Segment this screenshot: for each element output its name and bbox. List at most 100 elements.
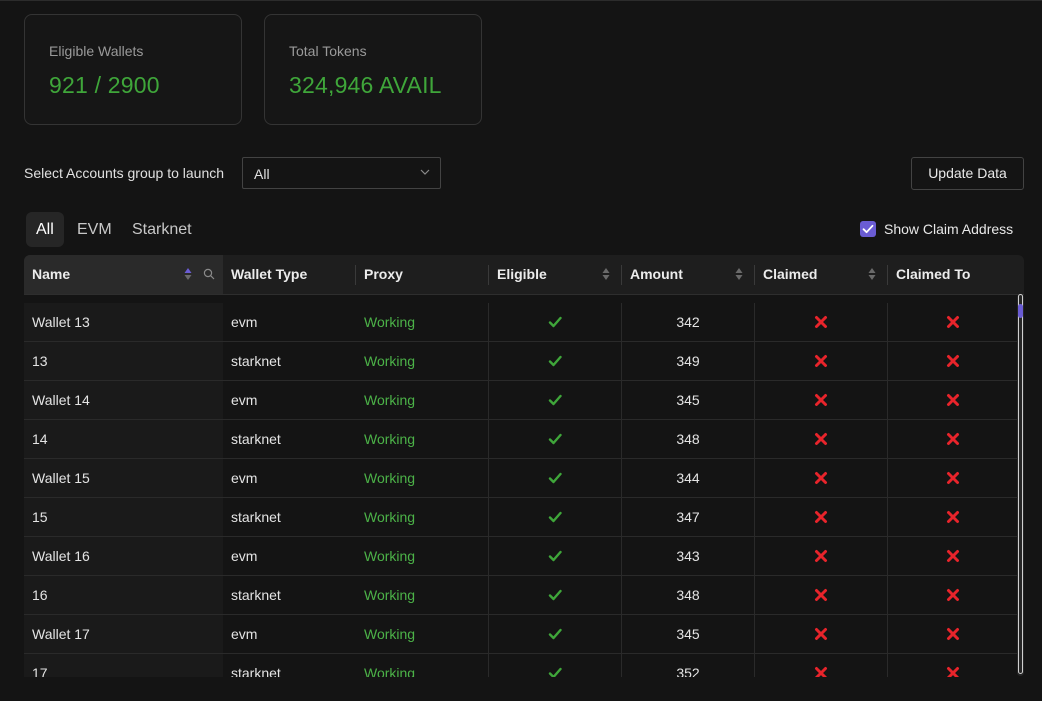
sort-icon[interactable]	[868, 267, 876, 281]
cell-amount: 342	[621, 303, 754, 341]
table-row[interactable]: Wallet 17 evm Working 345	[24, 615, 1024, 654]
cell-claimed-to	[887, 654, 1018, 677]
cell-wallet-type: starknet	[231, 353, 281, 369]
column-claimed-to-label: Claimed To	[896, 266, 971, 282]
cell-proxy-status: Working	[364, 314, 416, 330]
column-header-name[interactable]: Name	[24, 255, 223, 294]
cell-proxy-status: Working	[364, 431, 416, 447]
cross-icon	[815, 316, 827, 328]
total-tokens-label: Total Tokens	[289, 43, 367, 59]
cell-amount: 345	[621, 381, 754, 419]
column-wallet-type-label: Wallet Type	[231, 266, 308, 282]
column-header-claimed-to: Claimed To	[888, 255, 1024, 294]
cell-claimed-to	[887, 303, 1018, 341]
cell-amount: 348	[621, 420, 754, 458]
table-row[interactable]: 14 starknet Working 348	[24, 420, 1024, 459]
cross-icon	[815, 550, 827, 562]
cell-wallet-type: evm	[231, 314, 258, 330]
sort-icon[interactable]	[602, 267, 610, 281]
cell-claimed	[754, 342, 887, 380]
table-row[interactable]: 16 starknet Working 348	[24, 576, 1024, 615]
eligible-wallets-label: Eligible Wallets	[49, 43, 144, 59]
cross-icon	[947, 394, 959, 406]
column-header-claimed[interactable]: Claimed	[755, 255, 888, 294]
cross-icon	[815, 628, 827, 640]
cross-icon	[947, 628, 959, 640]
show-claim-label: Show Claim Address	[884, 221, 1014, 237]
table-body: Wallet 13 evm Working 342 13 starknet Working 3…	[24, 295, 1024, 677]
cross-icon	[815, 511, 827, 523]
column-claimed-label: Claimed	[763, 266, 818, 282]
cell-eligible	[488, 342, 621, 380]
top-divider	[0, 0, 1042, 1]
cell-eligible	[488, 303, 621, 341]
table-row[interactable]: 15 starknet Working 347	[24, 498, 1024, 537]
table-row[interactable]: 13 starknet Working 349	[24, 342, 1024, 381]
column-amount-label: Amount	[630, 266, 683, 282]
table-row[interactable]: Wallet 13 evm Working 342	[24, 303, 1024, 342]
cell-wallet-type: starknet	[231, 509, 281, 525]
eligible-wallets-card: Eligible Wallets 921 / 2900	[24, 14, 242, 125]
column-eligible-label: Eligible	[497, 266, 547, 282]
scrollbar-thumb[interactable]	[1018, 304, 1023, 318]
check-icon	[548, 589, 562, 601]
cell-amount: 349	[621, 342, 754, 380]
cross-icon	[815, 394, 827, 406]
table-row[interactable]: Wallet 16 evm Working 343	[24, 537, 1024, 576]
cell-proxy-status: Working	[364, 587, 416, 603]
cell-wallet-type: evm	[231, 392, 258, 408]
cell-amount: 345	[621, 615, 754, 653]
table-header: Name Wallet Type Proxy Eligible Amount C…	[24, 255, 1024, 295]
search-icon[interactable]	[203, 268, 215, 280]
cell-proxy-status: Working	[364, 626, 416, 642]
cell-name: 16	[24, 576, 223, 614]
cross-icon	[947, 433, 959, 445]
cell-amount: 344	[621, 459, 754, 497]
eligible-wallets-value: 921 / 2900	[49, 72, 160, 98]
cell-claimed	[754, 576, 887, 614]
cell-eligible	[488, 459, 621, 497]
scrollbar-track[interactable]	[1018, 294, 1023, 674]
cross-icon	[947, 472, 959, 484]
column-header-amount[interactable]: Amount	[622, 255, 755, 294]
sort-icon[interactable]	[735, 267, 743, 281]
cross-icon	[815, 433, 827, 445]
column-header-wallet-type: Wallet Type	[223, 255, 356, 294]
tab-all[interactable]: All	[26, 212, 64, 247]
total-tokens-card: Total Tokens 324,946 AVAIL	[264, 14, 482, 125]
cell-wallet-type: starknet	[231, 431, 281, 447]
cell-eligible	[488, 576, 621, 614]
table-row[interactable]: Wallet 15 evm Working 344	[24, 459, 1024, 498]
cell-eligible	[488, 654, 621, 677]
cell-claimed-to	[887, 576, 1018, 614]
cross-icon	[815, 667, 827, 677]
accounts-group-value: All	[254, 166, 270, 182]
cell-claimed-to	[887, 459, 1018, 497]
cell-eligible	[488, 615, 621, 653]
cell-name: Wallet 17	[24, 615, 223, 653]
cell-claimed	[754, 654, 887, 677]
tab-starknet[interactable]: Starknet	[122, 212, 202, 247]
sort-icon[interactable]	[184, 267, 192, 281]
column-header-eligible[interactable]: Eligible	[489, 255, 622, 294]
table-row[interactable]: Wallet 14 evm Working 345	[24, 381, 1024, 420]
cell-claimed-to	[887, 537, 1018, 575]
table-row[interactable]: 17 starknet Working 352	[24, 654, 1024, 677]
show-claim-checkbox[interactable]	[860, 221, 876, 237]
cell-name: 14	[24, 420, 223, 458]
check-icon	[548, 628, 562, 640]
update-data-button[interactable]: Update Data	[911, 157, 1024, 190]
tab-evm[interactable]: EVM	[67, 212, 122, 247]
cell-eligible	[488, 420, 621, 458]
cell-claimed	[754, 459, 887, 497]
cell-name: 13	[24, 342, 223, 380]
check-icon	[548, 355, 562, 367]
cell-eligible	[488, 498, 621, 536]
cell-proxy-status: Working	[364, 509, 416, 525]
cell-wallet-type: evm	[231, 626, 258, 642]
accounts-group-select[interactable]: All	[242, 157, 441, 189]
cell-claimed	[754, 498, 887, 536]
cell-amount: 343	[621, 537, 754, 575]
cell-claimed	[754, 615, 887, 653]
table-scrollbar[interactable]	[1017, 294, 1024, 676]
